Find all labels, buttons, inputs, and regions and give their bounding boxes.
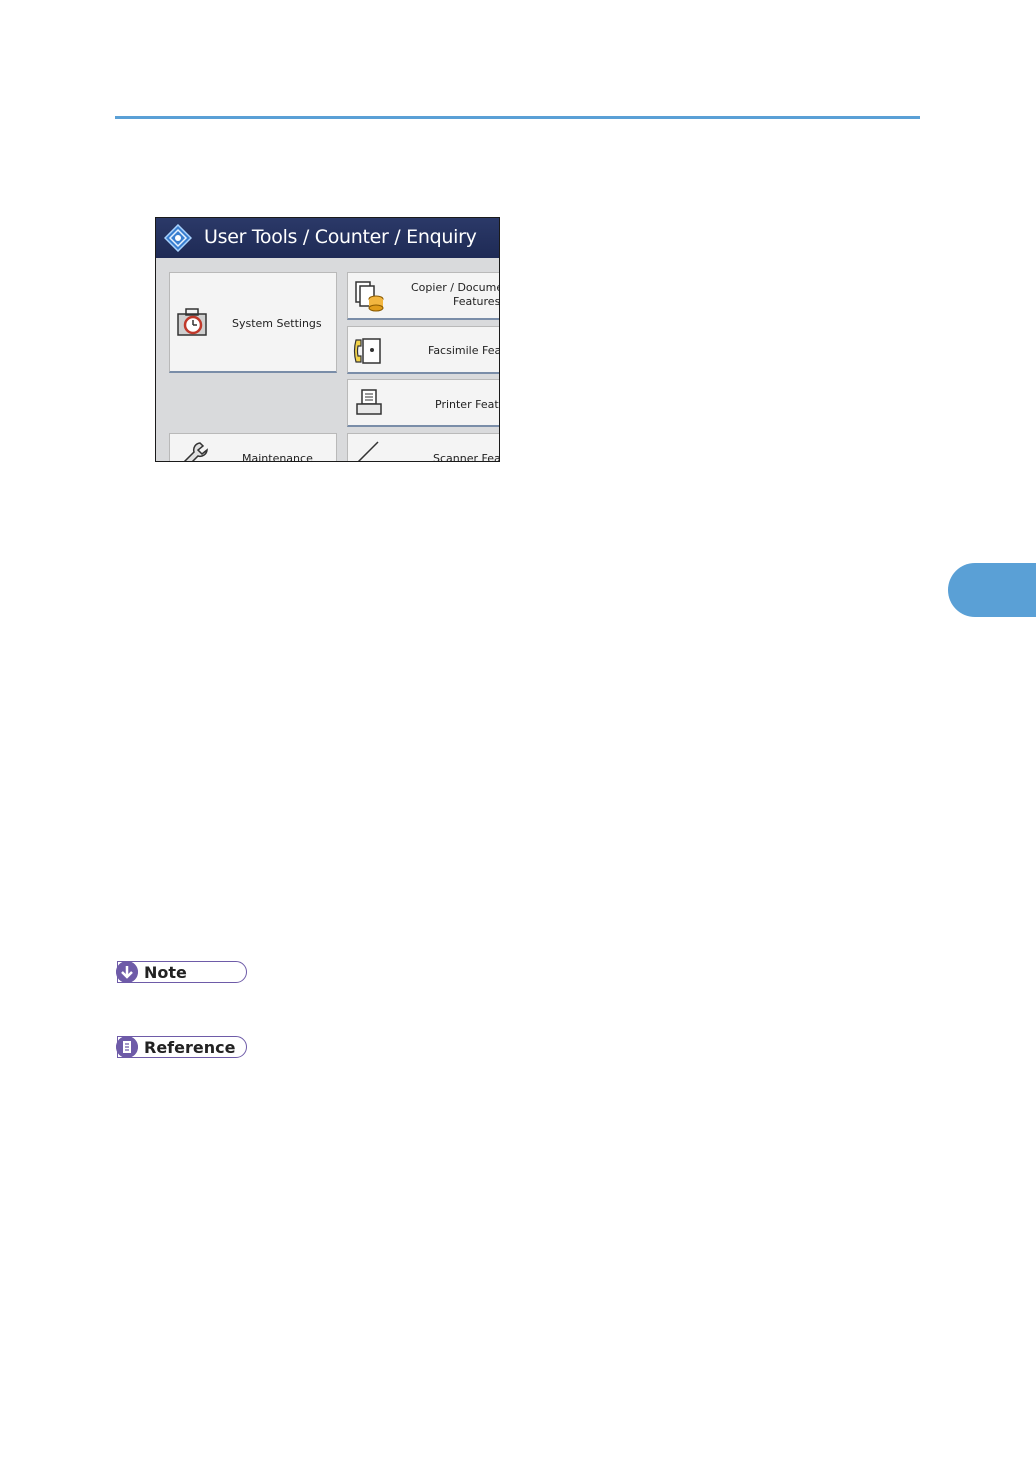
printer-icon [356,389,382,415]
document-icon [116,1035,138,1058]
maintenance-label: Maintenance [242,452,313,462]
copier-document-features-button[interactable]: Copier / Document Features [347,272,500,320]
reference-badge: Reference [116,1035,247,1058]
reference-label: Reference [144,1038,236,1057]
copier-icon [355,281,384,312]
note-label: Note [144,963,187,982]
down-arrow-icon [116,960,138,983]
panel-title: User Tools / Counter / Enquiry [204,226,477,248]
scanner-features-button[interactable]: Scanner Features [347,433,499,462]
printer-label: Printer Features [435,398,499,411]
system-settings-label: System Settings [232,317,322,330]
fax-icon [353,338,381,364]
printer-features-button[interactable]: Printer Features [347,379,499,427]
note-badge: Note [116,960,247,983]
toolbox-clock-icon [177,308,207,336]
maintenance-button[interactable]: Maintenance [169,433,337,462]
user-tools-icon [164,224,192,252]
panel-body: System Settings Copier / Document Featur… [156,258,500,462]
scanner-icon [357,441,379,461]
facsimile-label: Facsimile Features [428,344,499,357]
system-settings-button[interactable]: System Settings [169,272,337,373]
panel-title-bar: User Tools / Counter / Enquiry [156,218,499,259]
user-tools-panel-screenshot: User Tools / Counter / Enquiry System Se… [155,217,500,462]
copier-label-line2: Features [453,295,500,308]
wrench-icon [183,442,208,461]
header-rule [115,116,920,119]
chapter-tab [948,563,1036,617]
copier-label-line1: Copier / Document [411,281,499,294]
facsimile-features-button[interactable]: Facsimile Features [347,326,499,374]
scanner-label: Scanner Features [433,452,499,462]
